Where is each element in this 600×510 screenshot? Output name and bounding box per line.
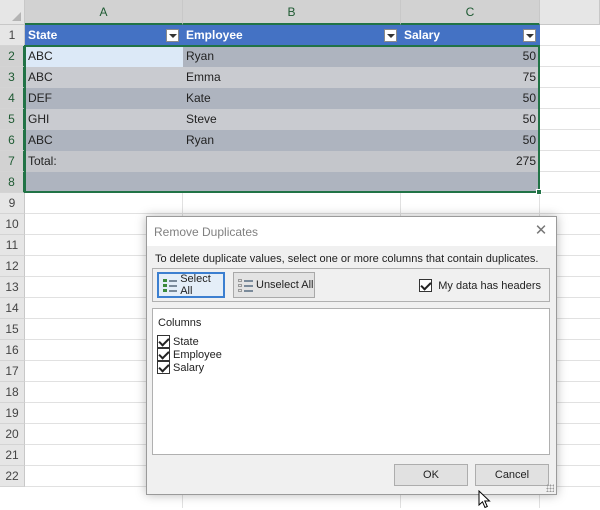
column-checkbox-state[interactable]	[157, 335, 170, 348]
table-cell[interactable]: Ryan	[183, 130, 401, 151]
column-option-employee[interactable]: Employee	[157, 348, 222, 361]
row-header[interactable]: 15	[0, 319, 25, 340]
row-header[interactable]: 12	[0, 256, 25, 277]
row-header[interactable]: 17	[0, 361, 25, 382]
cancel-button[interactable]: Cancel	[475, 464, 549, 486]
table-cell[interactable]: Kate	[183, 88, 401, 109]
table-cell[interactable]	[25, 172, 540, 193]
row-header[interactable]: 11	[0, 235, 25, 256]
filter-dropdown-icon[interactable]	[166, 29, 179, 42]
table-cell[interactable]: ABC	[25, 130, 183, 151]
my-data-has-headers-label: My data has headers	[438, 279, 541, 292]
row-header[interactable]: 16	[0, 340, 25, 361]
filter-dropdown-icon[interactable]	[523, 29, 536, 42]
table-cell[interactable]: 75	[401, 67, 540, 88]
close-icon[interactable]: ✕	[526, 217, 556, 246]
row-header[interactable]: 21	[0, 445, 25, 466]
row-header[interactable]: 14	[0, 298, 25, 319]
row-header[interactable]: 3	[0, 67, 25, 88]
row-header[interactable]: 6	[0, 130, 25, 151]
row-header[interactable]: 1	[0, 25, 25, 46]
mouse-pointer-icon	[478, 490, 491, 509]
column-header-b[interactable]: B	[183, 0, 401, 25]
row-header[interactable]: 20	[0, 424, 25, 445]
unselect-all-button[interactable]: Unselect All	[233, 272, 315, 298]
table-cell[interactable]: 50	[401, 88, 540, 109]
list-check-icon	[163, 278, 178, 292]
header-label: State	[28, 28, 58, 42]
my-data-has-headers-checkbox[interactable]	[419, 279, 433, 292]
table-cell[interactable]: ABC	[25, 46, 183, 67]
row-header[interactable]: 22	[0, 466, 25, 487]
table-cell[interactable]: 50	[401, 46, 540, 67]
total-value-cell[interactable]: 275	[401, 151, 540, 172]
total-label-cell[interactable]: Total:	[25, 151, 183, 172]
table-cell[interactable]: Emma	[183, 67, 401, 88]
table-header-state[interactable]: State	[25, 25, 183, 46]
select-all-button[interactable]: Select All	[157, 272, 225, 298]
table-header-employee[interactable]: Employee	[183, 25, 401, 46]
dialog-titlebar[interactable]: Remove Duplicates ✕	[147, 217, 556, 246]
row-header[interactable]: 2	[0, 46, 25, 67]
filter-dropdown-icon[interactable]	[384, 29, 397, 42]
table-cell[interactable]: ABC	[25, 67, 183, 88]
select-all-cells-corner[interactable]	[0, 0, 25, 25]
column-checkbox-employee[interactable]	[157, 348, 170, 361]
column-option-label: State	[173, 335, 199, 348]
column-checkbox-salary[interactable]	[157, 361, 170, 374]
my-data-has-headers-option[interactable]: My data has headers	[419, 279, 541, 292]
unselect-all-label: Unselect All	[256, 279, 314, 291]
dialog-toolbar: Select All Unselect All My data has head…	[152, 268, 550, 302]
row-header[interactable]: 9	[0, 193, 25, 214]
row-header[interactable]: 4	[0, 88, 25, 109]
column-header-c[interactable]: C	[401, 0, 540, 25]
row-header[interactable]: 19	[0, 403, 25, 424]
remove-duplicates-dialog: Remove Duplicates ✕ To delete duplicate …	[146, 216, 557, 495]
dialog-instruction: To delete duplicate values, select one o…	[155, 253, 539, 265]
column-header-d[interactable]	[540, 0, 600, 25]
table-header-salary[interactable]: Salary	[401, 25, 540, 46]
resize-grip-icon[interactable]	[546, 484, 554, 492]
row-header[interactable]: 5	[0, 109, 25, 130]
column-header-a[interactable]: A	[25, 0, 183, 25]
columns-label: Columns	[158, 317, 202, 329]
select-all-label: Select All	[180, 273, 211, 297]
table-cell[interactable]: Ryan	[183, 46, 401, 67]
column-option-salary[interactable]: Salary	[157, 361, 204, 374]
column-option-state[interactable]: State	[157, 335, 199, 348]
row-header[interactable]: 7	[0, 151, 25, 172]
row-header[interactable]: 10	[0, 214, 25, 235]
list-uncheck-icon	[238, 278, 253, 292]
ok-button[interactable]: OK	[394, 464, 468, 486]
table-cell[interactable]: Steve	[183, 109, 401, 130]
row-header[interactable]: 13	[0, 277, 25, 298]
header-label: Salary	[404, 28, 441, 42]
table-cell[interactable]	[183, 151, 401, 172]
table-cell[interactable]: 50	[401, 130, 540, 151]
table-cell[interactable]: DEF	[25, 88, 183, 109]
header-label: Employee	[186, 28, 243, 42]
column-option-label: Employee	[173, 348, 222, 361]
row-header[interactable]: 18	[0, 382, 25, 403]
dialog-title: Remove Duplicates	[154, 225, 259, 239]
row-header[interactable]: 8	[0, 172, 25, 193]
columns-list: Columns State Employee Salary	[152, 308, 550, 455]
column-option-label: Salary	[173, 361, 205, 374]
table-cell[interactable]: 50	[401, 109, 540, 130]
table-cell[interactable]: GHI	[25, 109, 183, 130]
